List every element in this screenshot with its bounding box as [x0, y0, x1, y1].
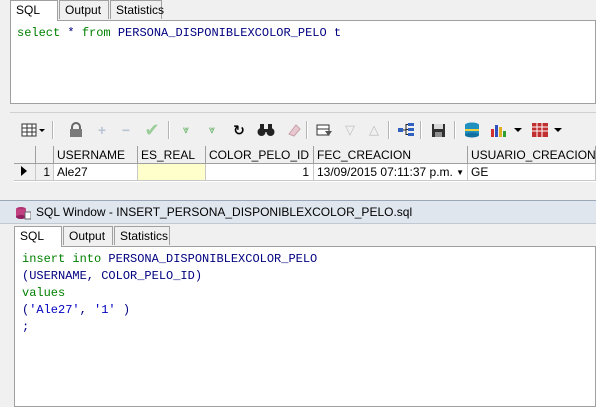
refresh-icon[interactable]: ↻ — [229, 120, 249, 140]
tab-statistics-bottom[interactable]: Statistics — [114, 226, 170, 245]
save-disk-icon[interactable] — [428, 120, 448, 140]
sql-keyword: values — [22, 286, 66, 300]
clear-eraser-icon[interactable] — [284, 120, 304, 140]
column-header-es-real[interactable]: ES_REAL — [138, 146, 206, 164]
top-sql-editor[interactable]: select * from PERSONA_DISPONIBLEXCOLOR_P… — [10, 20, 596, 104]
bottom-sql-line-2: (USERNAME, COLOR_PELO_ID) — [22, 268, 595, 285]
bottom-sql-line-4: ('Ale27', '1' ) — [22, 302, 595, 319]
fec-creacion-value: 13/09/2015 07:11:37 p.m. — [317, 165, 453, 179]
bottom-sql-line-5: ; — [22, 319, 595, 336]
column-header-username[interactable]: USERNAME — [54, 146, 138, 164]
fetch-next-icon[interactable]: ⩔ — [176, 120, 196, 140]
cell-username[interactable]: Ale27 — [54, 164, 138, 181]
add-record-icon[interactable]: + — [92, 120, 112, 140]
lock-icon[interactable] — [66, 120, 86, 140]
find-binoculars-icon[interactable] — [256, 120, 276, 140]
delete-record-icon[interactable]: − — [116, 120, 136, 140]
date-dropdown-icon[interactable]: ▼ — [456, 164, 464, 180]
grid-corner-2 — [36, 146, 54, 164]
top-sql-line-1: select * from PERSONA_DISPONIBLEXCOLOR_P… — [17, 25, 595, 42]
bottom-sql-line-3: values — [22, 285, 595, 302]
post-changes-icon[interactable]: ✔ — [142, 120, 162, 140]
sql-window-title: SQL Window - INSERT_PERSONA_DISPONIBLEXC… — [36, 205, 413, 219]
chart-dropdown-icon[interactable] — [488, 120, 524, 140]
sql-keyword: select — [17, 26, 61, 40]
grid-view-icon[interactable] — [20, 120, 46, 140]
sql-keyword: insert into — [22, 252, 102, 266]
sql-column-list: (USERNAME, COLOR_PELO_ID) — [22, 269, 203, 283]
sql-terminator: ; — [22, 320, 30, 334]
sql-comma: , — [79, 303, 95, 317]
filter-down-icon[interactable]: ▽ — [340, 120, 360, 140]
cell-usuario-creacion[interactable]: GE — [468, 164, 596, 181]
export-database-icon[interactable] — [462, 120, 482, 140]
tree-view-icon[interactable] — [396, 120, 416, 140]
editor-splitter[interactable] — [10, 104, 596, 113]
tab-output-top[interactable]: Output — [59, 0, 109, 19]
bottom-sql-line-1: insert into PERSONA_DISPONIBLEXCOLOR_PEL… — [22, 251, 595, 268]
cell-es-real[interactable] — [138, 164, 206, 181]
column-header-fec-creacion[interactable]: FEC_CREACION — [314, 146, 468, 164]
sql-window-titlebar[interactable]: SQL Window - INSERT_PERSONA_DISPONIBLEXC… — [0, 200, 596, 224]
grid-corner — [14, 146, 36, 164]
cell-fec-creacion[interactable]: 13/09/2015 07:11:37 p.m. ▼ — [314, 164, 468, 181]
bottom-sql-editor[interactable]: insert into PERSONA_DISPONIBLEXCOLOR_PEL… — [14, 246, 596, 407]
sql-window-icon — [15, 205, 32, 220]
top-tab-bar: SQL Output Statistics — [0, 0, 596, 21]
sql-paren: ) — [115, 303, 131, 317]
sql-identifier: PERSONA_DISPONIBLEXCOLOR_PELO — [101, 252, 318, 266]
column-header-usuario-creacion[interactable]: USUARIO_CREACION — [468, 146, 596, 164]
row-number: 1 — [36, 164, 54, 181]
current-row-arrow-icon — [21, 166, 27, 176]
sql-keyword: from — [81, 26, 111, 40]
tab-sql-top[interactable]: SQL — [10, 0, 58, 21]
results-toolbar: + − ✔ ⩔ ⩔ ↻ ▽ △ — [0, 116, 596, 144]
tab-statistics-top[interactable]: Statistics — [110, 0, 164, 19]
sql-string: 'Ale27' — [29, 303, 80, 317]
column-header-color-pelo-id[interactable]: COLOR_PELO_ID — [206, 146, 314, 164]
result-grid: USERNAME ES_REAL COLOR_PELO_ID FEC_CREAC… — [14, 146, 596, 182]
filter-up-icon[interactable]: △ — [364, 120, 384, 140]
tab-sql-bottom[interactable]: SQL — [14, 226, 62, 247]
query-by-example-icon[interactable] — [314, 120, 334, 140]
sql-identifier: PERSONA_DISPONIBLEXCOLOR_PELO t — [110, 26, 342, 40]
sql-operator: * — [60, 26, 82, 40]
sql-string: '1' — [94, 303, 116, 317]
cell-color-pelo-id[interactable]: 1 — [206, 164, 314, 181]
table-export-dropdown-icon[interactable] — [530, 120, 566, 140]
row-indicator[interactable] — [14, 164, 36, 181]
bottom-tab-bar: SQL Output Statistics — [0, 226, 596, 247]
tab-output-bottom[interactable]: Output — [63, 226, 113, 245]
fetch-last-icon[interactable]: ⩔ — [202, 120, 222, 140]
